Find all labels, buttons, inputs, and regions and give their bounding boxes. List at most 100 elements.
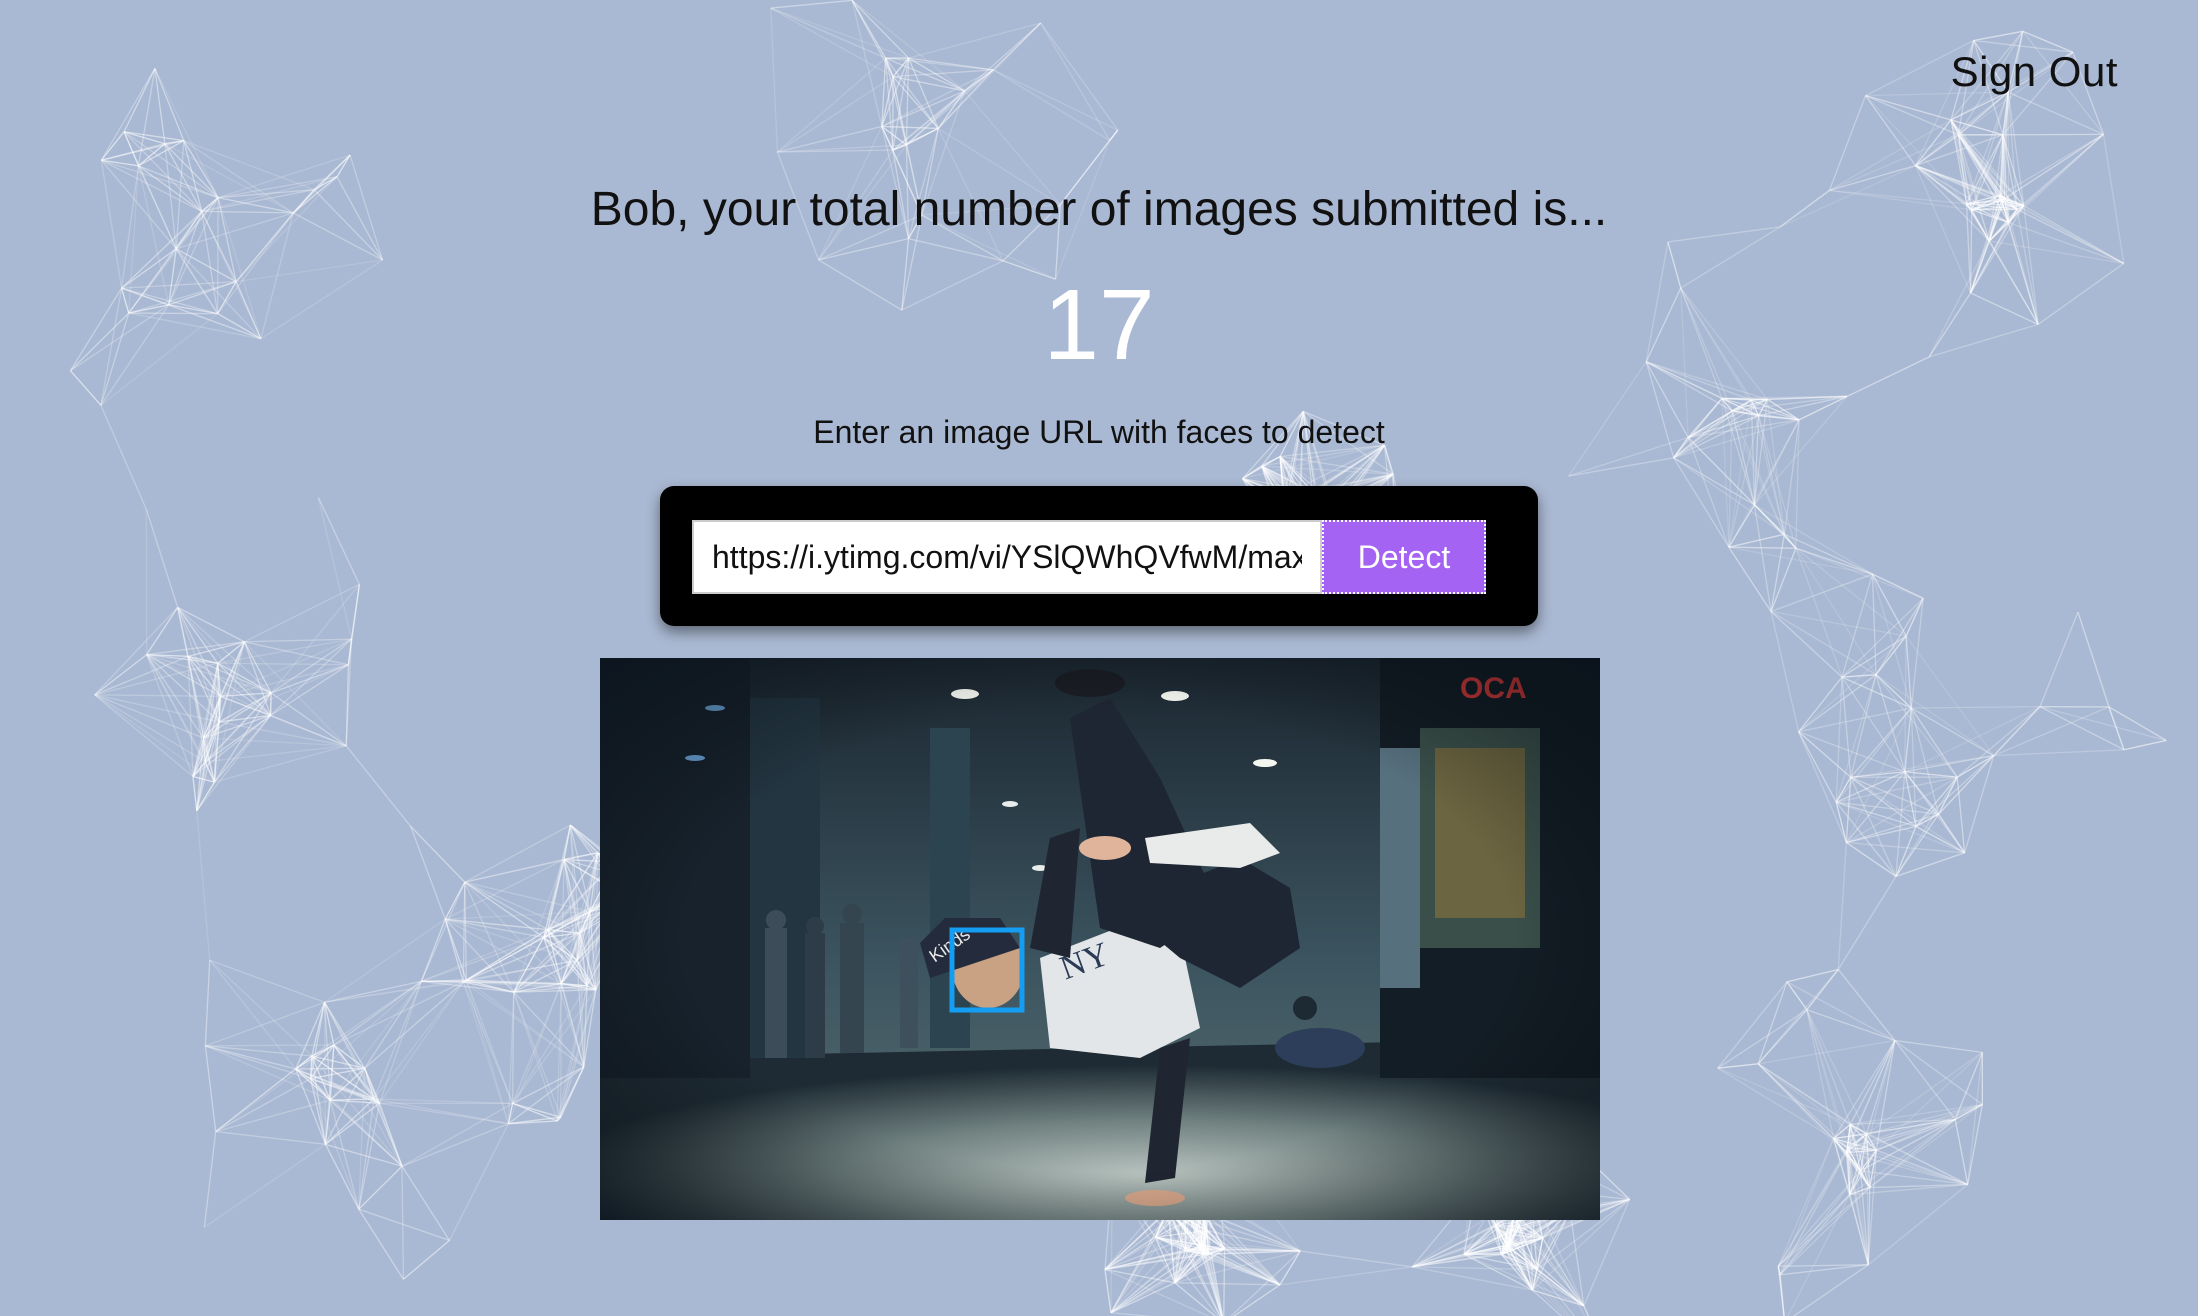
particle-link (220, 664, 349, 697)
particle-link (317, 497, 360, 585)
form-instruction: Enter an image URL with faces to detect (813, 414, 1385, 450)
particle-link (410, 825, 466, 883)
particle-link (1770, 534, 1786, 612)
sign-out-link[interactable]: Sign Out (1951, 48, 2118, 95)
particle-link (1871, 574, 1877, 675)
particle-link (1835, 771, 1906, 803)
particle-link (1875, 635, 1907, 676)
particle-link (324, 1144, 360, 1210)
particle-link (1779, 1138, 1835, 1275)
particle-link (215, 1078, 311, 1133)
particle-link (1828, 95, 1867, 191)
particle-link (464, 824, 571, 883)
particle-link (1871, 573, 1907, 637)
particle-link (196, 810, 211, 961)
particle-link (1895, 852, 1965, 878)
particle-link (1954, 1119, 1969, 1185)
particle-link (146, 607, 179, 655)
particle-link (204, 960, 211, 1046)
particle-link (192, 776, 198, 811)
particle-link (204, 1143, 326, 1228)
particle-link (992, 69, 1111, 141)
particle-link (1806, 1009, 1849, 1148)
particle-link (2039, 611, 2079, 707)
particle-link (2039, 706, 2167, 742)
particle-link (1770, 611, 1843, 678)
particle-link (401, 1123, 509, 1167)
particle-link (885, 57, 994, 71)
particle-link (215, 1099, 331, 1133)
particle-link (379, 981, 464, 1104)
particle-link (556, 989, 597, 1122)
particle-link (270, 638, 352, 694)
particle-link (1583, 1305, 1590, 1316)
particle-link (1104, 1269, 1112, 1313)
particle-link (1904, 771, 1958, 778)
particle-link (1837, 969, 1896, 1041)
particle-link (1777, 1170, 1862, 1267)
particle-link (1300, 1250, 1413, 1268)
particle-link (1779, 1147, 1849, 1276)
particle-link (1717, 981, 1788, 1069)
particle-link (851, 0, 883, 127)
particle-link (1837, 876, 1897, 970)
particle-link (1770, 611, 1800, 732)
particle-link (218, 664, 349, 723)
particle-link (403, 1239, 450, 1280)
particle-link (448, 1123, 510, 1241)
particle-link (2007, 91, 2104, 135)
particle-link (770, 0, 853, 9)
particle-link (908, 238, 1004, 262)
particle-link (295, 1002, 326, 1070)
particle-link (1875, 674, 1906, 772)
particle-link (410, 826, 446, 920)
particle-link (1895, 771, 1906, 877)
particle-link (1973, 30, 2023, 42)
particle-link (1795, 547, 1924, 599)
particle-link (1040, 22, 1111, 141)
image-link-form: Detect (660, 486, 1538, 626)
particle-link (145, 509, 179, 608)
particle-link (94, 655, 189, 696)
particle-link (94, 694, 206, 763)
particle-link (1846, 825, 1917, 844)
particle-link (270, 692, 347, 747)
particle-link (1786, 981, 1808, 1011)
particle-link (770, 7, 909, 59)
particle-link (1872, 573, 1924, 599)
particle-link (94, 694, 194, 778)
particle-link (209, 959, 313, 1057)
particle-link (1040, 22, 1119, 131)
particle-link (1806, 1009, 1851, 1125)
particle-link (2108, 706, 2167, 742)
image-url-input[interactable] (692, 520, 1322, 594)
particle-link (215, 1130, 326, 1145)
breakdancer-photo: OCA Kinds (600, 658, 1600, 1220)
particle-link (1109, 129, 1119, 141)
particle-link (1728, 546, 1772, 612)
particle-link (1867, 1183, 1969, 1266)
particle-link (1770, 573, 1873, 613)
particle-link (1993, 706, 2041, 757)
rank-count: 17 (1043, 269, 1155, 381)
particle-link (1753, 504, 1772, 612)
particle-link (205, 745, 347, 763)
particle-link (1958, 133, 2104, 136)
particle-link (379, 1102, 509, 1125)
particle-link (358, 1208, 404, 1280)
particle-link (1568, 457, 1674, 477)
particle-link (1728, 546, 1796, 549)
particle-link (1279, 1266, 1413, 1286)
particle-link (244, 583, 360, 643)
face-detection-image: OCA Kinds (600, 658, 1600, 1220)
particle-link (881, 125, 939, 130)
particle-link (205, 1001, 325, 1047)
particle-link (1904, 636, 1907, 772)
particle-link (401, 1166, 405, 1280)
particle-link (345, 745, 412, 827)
particle-link (1779, 1170, 1862, 1276)
particle-link (401, 1165, 451, 1241)
particle-link (1911, 706, 2040, 709)
particle-link (1232, 1284, 1281, 1316)
detect-button[interactable]: Detect (1322, 520, 1486, 594)
